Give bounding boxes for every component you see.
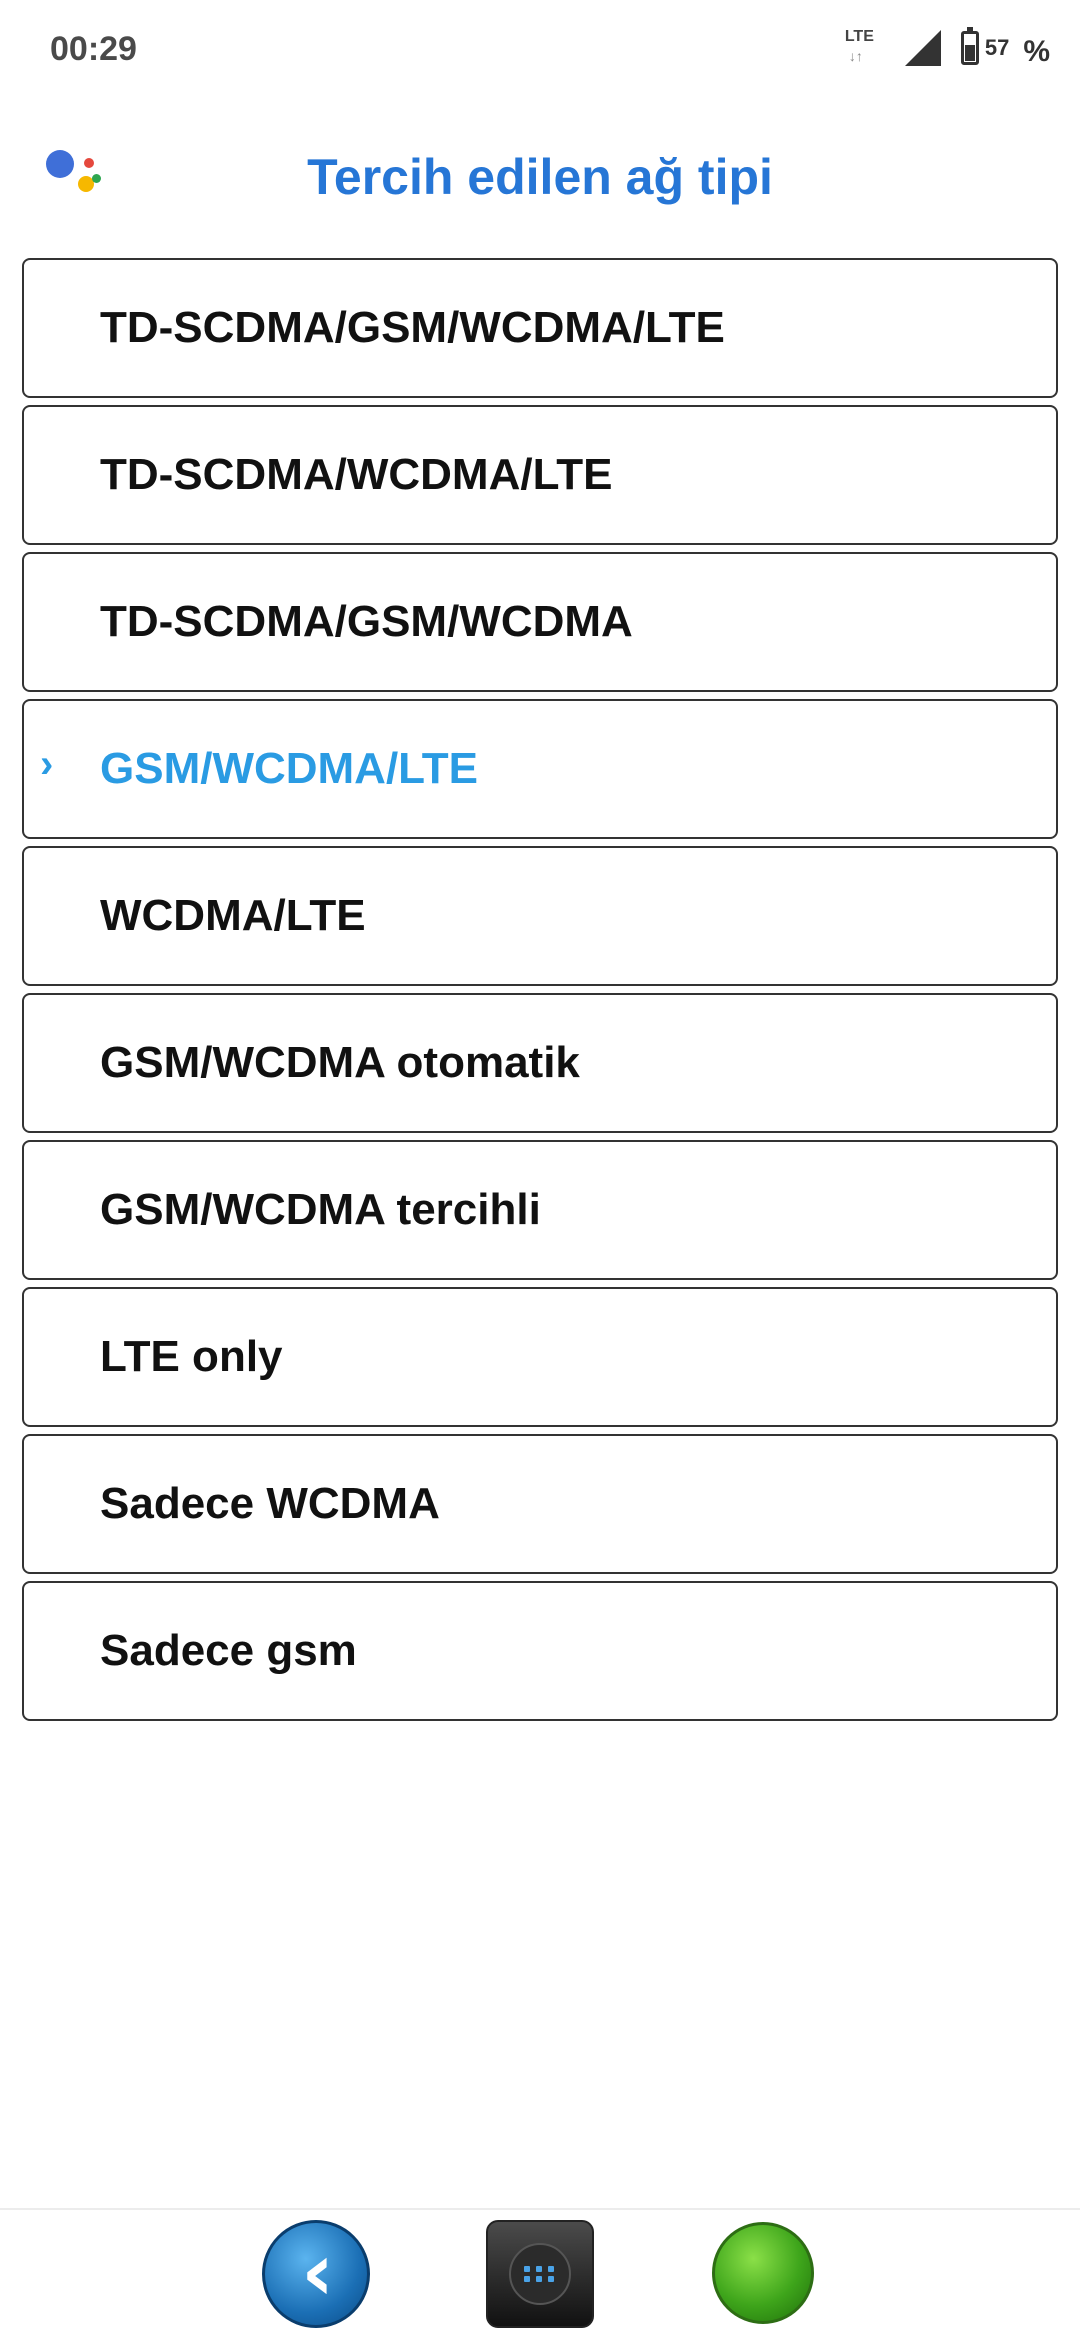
option-label: WCDMA/LTE [100, 891, 366, 940]
back-chevron-icon: ‹ [301, 2225, 335, 2319]
green-circle-button[interactable] [712, 2222, 814, 2324]
option-td-scdma-gsm-wcdma-lte[interactable]: TD-SCDMA/GSM/WCDMA/LTE [22, 258, 1058, 398]
option-gsm-only[interactable]: Sadece gsm [22, 1581, 1058, 1721]
status-time: 00:29 [50, 30, 137, 68]
option-label: Sadece WCDMA [100, 1479, 440, 1528]
option-td-scdma-wcdma-lte[interactable]: TD-SCDMA/WCDMA/LTE [22, 405, 1058, 545]
battery-icon [960, 27, 979, 65]
option-label: Sadece gsm [100, 1626, 357, 1675]
battery-percent-sign: % [1023, 35, 1050, 68]
back-button[interactable]: ‹ [262, 2220, 370, 2328]
option-label: GSM/WCDMA otomatik [100, 1038, 580, 1087]
status-bar: 00:29 LTE ↓↑ 57 % [0, 0, 1080, 96]
option-label: TD-SCDMA/GSM/WCDMA [100, 597, 633, 646]
data-activity-icon: ↓↑ [848, 48, 863, 64]
option-td-scdma-gsm-wcdma[interactable]: TD-SCDMA/GSM/WCDMA [22, 552, 1058, 692]
app-grid-icon [509, 2243, 571, 2305]
option-gsm-wcdma-lte[interactable]: › GSM/WCDMA/LTE [22, 699, 1058, 839]
selected-chevron-icon: › [40, 742, 54, 786]
option-label: LTE only [100, 1332, 283, 1381]
option-gsm-wcdma-auto[interactable]: GSM/WCDMA otomatik [22, 993, 1058, 1133]
option-label: GSM/WCDMA/LTE [100, 744, 479, 793]
page-title: Tercih edilen ağ tipi [307, 149, 773, 205]
option-label: TD-SCDMA/WCDMA/LTE [100, 450, 613, 499]
app-drawer-button[interactable] [486, 2220, 594, 2328]
network-type-label: LTE [844, 28, 874, 45]
option-gsm-wcdma-preferred[interactable]: GSM/WCDMA tercihli [22, 1140, 1058, 1280]
battery-fill [964, 45, 975, 61]
status-icons: LTE ↓↑ 57 % [845, 26, 1050, 70]
lte-indicator: LTE ↓↑ [845, 28, 901, 68]
option-wcdma-lte[interactable]: WCDMA/LTE [22, 846, 1058, 986]
option-wcdma-only[interactable]: Sadece WCDMA [22, 1434, 1058, 1574]
nav-divider [0, 2208, 1080, 2210]
option-label: TD-SCDMA/GSM/WCDMA/LTE [100, 303, 725, 352]
option-lte-only[interactable]: LTE only [22, 1287, 1058, 1427]
battery-level: 57 [984, 35, 1010, 60]
option-label: GSM/WCDMA tercihli [100, 1185, 541, 1234]
network-type-options: TD-SCDMA/GSM/WCDMA/LTE TD-SCDMA/WCDMA/LT… [22, 258, 1058, 1728]
signal-strength-icon [904, 30, 941, 66]
dialog-header: Tercih edilen ağ tipi [0, 130, 1080, 230]
